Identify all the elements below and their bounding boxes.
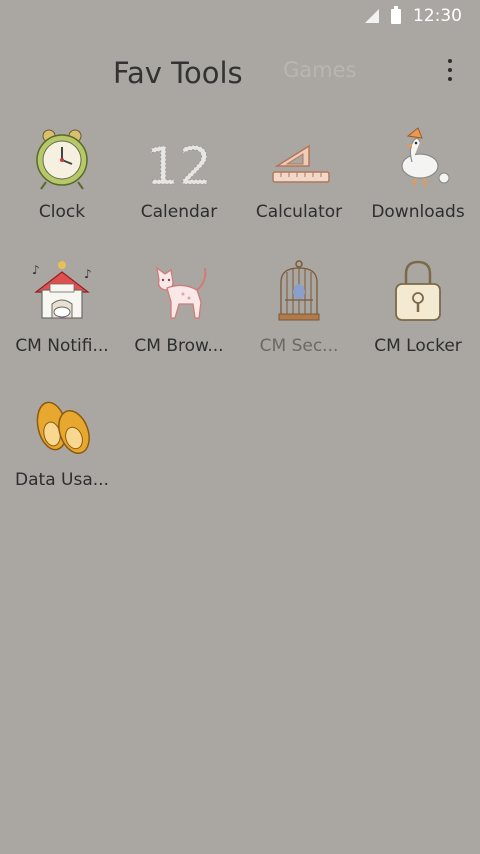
alarm-clock-icon: [26, 122, 98, 194]
app-label: CM Brow...: [134, 336, 224, 356]
app-cm-security[interactable]: CM Sec...: [239, 256, 359, 356]
svg-text:♪: ♪: [84, 267, 92, 281]
padlock-icon: [382, 256, 454, 328]
doghouse-icon: ♪ ♪: [26, 256, 98, 328]
cat-icon: [143, 256, 215, 328]
app-label: CM Notifi...: [15, 336, 109, 356]
app-label: Downloads: [371, 202, 465, 222]
svg-text:12: 12: [146, 137, 212, 194]
overflow-menu-icon[interactable]: [438, 54, 462, 86]
tab-fav-tools[interactable]: Fav Tools: [113, 56, 243, 90]
app-label: Calculator: [255, 202, 343, 222]
calendar-twelve-icon: 12: [143, 122, 215, 198]
app-calculator[interactable]: Calculator: [239, 122, 359, 222]
app-downloads[interactable]: Downloads: [358, 122, 478, 222]
app-cm-browser[interactable]: CM Brow...: [119, 256, 239, 356]
slippers-icon: [26, 390, 98, 462]
app-label: Calendar: [140, 202, 218, 222]
tab-games[interactable]: Games: [283, 58, 356, 82]
app-calendar[interactable]: 12 Calendar: [119, 122, 239, 223]
birdcage-icon: [263, 256, 335, 328]
signal-icon: [365, 9, 379, 23]
svg-text:♪: ♪: [32, 263, 40, 277]
ruler-triangle-icon: [263, 122, 335, 194]
app-clock[interactable]: Clock: [2, 122, 122, 222]
app-data-usage[interactable]: Data Usa...: [2, 390, 122, 490]
app-label: Clock: [38, 202, 86, 222]
app-label: CM Locker: [374, 336, 462, 356]
status-time: 12:30: [413, 6, 462, 26]
app-cm-locker[interactable]: CM Locker: [358, 256, 478, 356]
battery-icon: [391, 5, 401, 24]
app-label: CM Sec...: [259, 336, 339, 356]
app-cm-notifications[interactable]: ♪ ♪ CM Notifi...: [2, 256, 122, 356]
status-bar: 12:30: [0, 0, 480, 32]
header: Fav Tools Games: [0, 48, 480, 104]
goose-icon: [382, 122, 454, 194]
app-label: Data Usa...: [15, 470, 109, 490]
